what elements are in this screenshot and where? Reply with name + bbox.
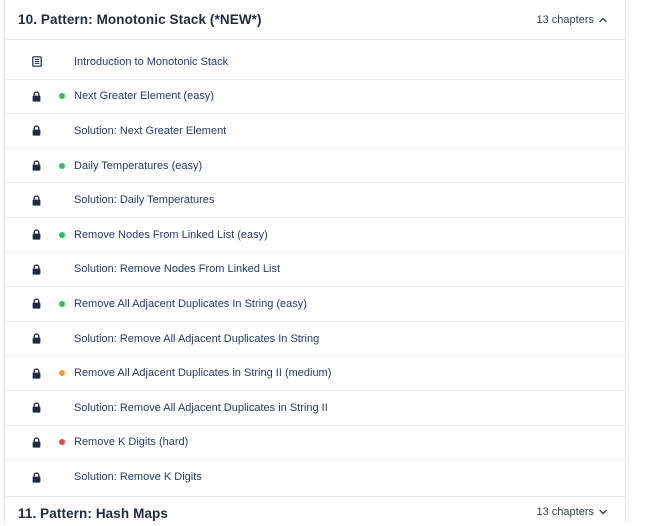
- chapter-item[interactable]: Next Greater Element (easy): [5, 80, 625, 115]
- section-chapter-count: 13 chapters: [537, 506, 608, 518]
- lock-icon: [32, 264, 59, 275]
- chapter-item[interactable]: Solution: Remove K Digits: [5, 460, 625, 495]
- lock-icon: [32, 472, 59, 483]
- chapter-link[interactable]: Solution: Remove All Adjacent Duplicates…: [74, 402, 328, 414]
- chapter-item[interactable]: Introduction to Monotonic Stack: [5, 45, 625, 80]
- lock-icon: [32, 333, 59, 344]
- chapter-item[interactable]: Daily Temperatures (easy): [5, 149, 625, 184]
- chapter-link[interactable]: Remove All Adjacent Duplicates in String…: [74, 367, 331, 379]
- chapter-link[interactable]: Solution: Remove Nodes From Linked List: [74, 263, 280, 275]
- chapter-link[interactable]: Daily Temperatures (easy): [74, 160, 202, 172]
- chapter-item[interactable]: Solution: Daily Temperatures: [5, 183, 625, 218]
- chapter-link[interactable]: Solution: Next Greater Element: [74, 125, 226, 137]
- difficulty-dot-icon: [59, 370, 65, 377]
- difficulty-dot-icon: [59, 300, 65, 307]
- lock-icon: [32, 160, 59, 171]
- chapter-item[interactable]: Solution: Remove Nodes From Linked List: [5, 253, 625, 288]
- lock-icon: [32, 437, 59, 448]
- chevron-up-icon: [598, 15, 608, 25]
- section-chapter-count: 13 chapters: [537, 14, 608, 26]
- chapter-item[interactable]: Solution: Remove All Adjacent Duplicates…: [5, 322, 625, 357]
- difficulty-dot-icon: [59, 162, 65, 169]
- difficulty-dot-icon: [59, 93, 65, 100]
- lock-icon: [32, 368, 59, 379]
- difficulty-dot-icon: [59, 231, 65, 238]
- section-header-hash-maps[interactable]: 11. Pattern: Hash Maps 13 chapters: [5, 496, 625, 526]
- chapter-link[interactable]: Remove K Digits (hard): [74, 436, 188, 448]
- document-icon: [32, 56, 59, 68]
- chapter-item[interactable]: Solution: Next Greater Element: [5, 114, 625, 149]
- difficulty-dot-icon: [59, 439, 65, 446]
- chevron-down-icon: [598, 507, 608, 517]
- chapter-count-label: 13 chapters: [536, 13, 594, 26]
- chapter-link[interactable]: Next Greater Element (easy): [74, 90, 214, 102]
- lock-icon: [32, 91, 59, 102]
- chapter-count-label: 13 chapters: [536, 506, 594, 518]
- section-title: 10. Pattern: Monotonic Stack (*NEW*): [18, 12, 262, 27]
- lock-icon: [32, 195, 59, 206]
- lock-icon: [32, 402, 59, 413]
- chapter-link[interactable]: Solution: Remove K Digits: [74, 471, 202, 483]
- chapter-item[interactable]: Remove All Adjacent Duplicates in String…: [5, 356, 625, 391]
- section-header-monotonic-stack[interactable]: 10. Pattern: Monotonic Stack (*NEW*) 13 …: [5, 0, 625, 40]
- chapter-link[interactable]: Remove Nodes From Linked List (easy): [74, 229, 268, 241]
- chapter-link[interactable]: Solution: Daily Temperatures: [74, 194, 214, 206]
- chapter-item[interactable]: Solution: Remove All Adjacent Duplicates…: [5, 391, 625, 426]
- chapter-link[interactable]: Introduction to Monotonic Stack: [74, 56, 228, 68]
- chapter-link[interactable]: Remove All Adjacent Duplicates In String…: [74, 298, 307, 310]
- section-title: 11. Pattern: Hash Maps: [18, 506, 169, 521]
- course-outline-panel: 10. Pattern: Monotonic Stack (*NEW*) 13 …: [4, 0, 626, 523]
- chapter-list: Introduction to Monotonic Stack Next Grea…: [5, 45, 625, 495]
- lock-icon: [32, 298, 59, 310]
- lock-icon: [32, 229, 59, 240]
- chapter-item[interactable]: Remove Nodes From Linked List (easy): [5, 218, 625, 253]
- scrollbar-track[interactable]: [628, 0, 645, 523]
- lock-icon: [32, 125, 59, 137]
- chapter-item[interactable]: Remove K Digits (hard): [5, 426, 625, 461]
- chapter-item[interactable]: Remove All Adjacent Duplicates In String…: [5, 287, 625, 322]
- chapter-link[interactable]: Solution: Remove All Adjacent Duplicates…: [74, 333, 319, 345]
